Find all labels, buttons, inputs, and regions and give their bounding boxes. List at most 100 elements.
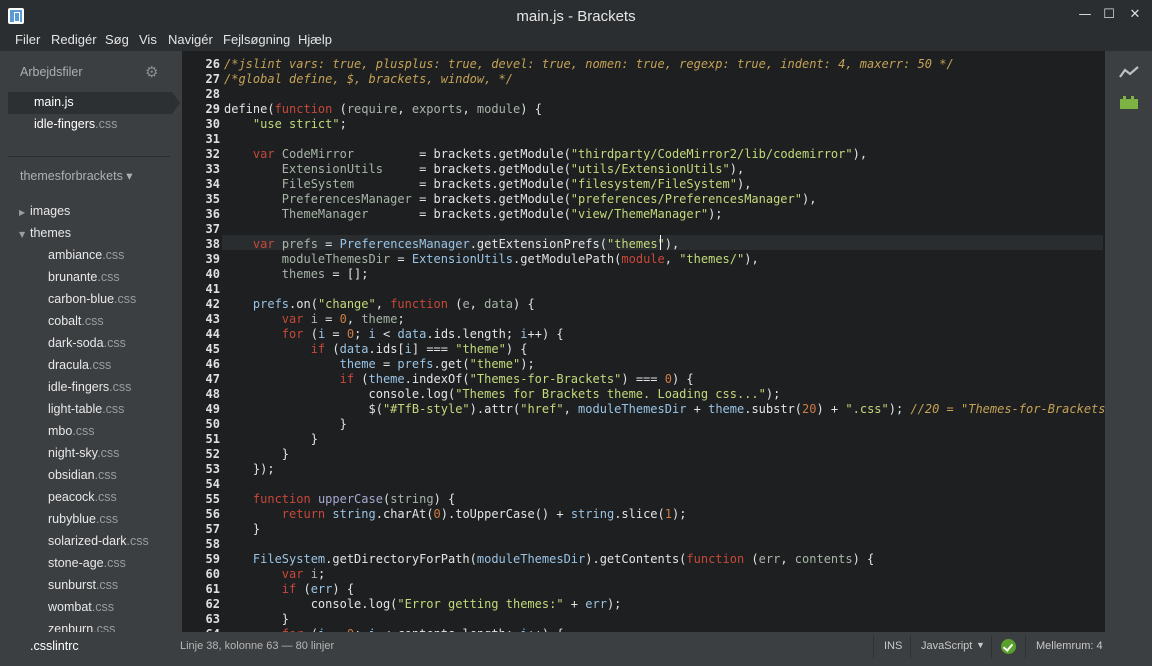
insert-mode-toggle[interactable]: INS: [884, 640, 902, 652]
menu-file[interactable]: Filer: [15, 32, 40, 47]
code-line[interactable]: $("#TfB-style").attr("href", moduleTheme…: [224, 402, 1105, 417]
code-line[interactable]: var i;: [224, 567, 325, 582]
code-line[interactable]: ExtensionUtils = brackets.getModule("uti…: [224, 162, 744, 177]
menu-help[interactable]: Hjælp: [298, 32, 332, 47]
code-line[interactable]: ThemeManager = brackets.getModule("view/…: [224, 207, 723, 222]
tree-file-brunante[interactable]: brunante.css: [48, 270, 120, 284]
working-file-main-js[interactable]: main.js: [34, 95, 74, 109]
chevron-down-icon[interactable]: ▼: [976, 640, 985, 650]
tree-file-night-sky[interactable]: night-sky.css: [48, 446, 119, 460]
code-line[interactable]: var i = 0, theme;: [224, 312, 405, 327]
code-line[interactable]: console.log("Themes for Brackets theme. …: [224, 387, 780, 402]
code-token: .on(: [289, 297, 318, 311]
code-token: console.log(: [224, 387, 456, 401]
tree-file-sunburst[interactable]: sunburst.css: [48, 578, 118, 592]
extension-manager-icon[interactable]: [1119, 95, 1139, 109]
tree-file-peacock[interactable]: peacock.css: [48, 490, 117, 504]
code-token: =: [317, 237, 340, 251]
code-token: data: [397, 327, 427, 341]
code-line[interactable]: define(function (require, exports, modul…: [224, 102, 542, 117]
tree-file-dracula[interactable]: dracula.css: [48, 358, 111, 372]
tree-file-csslintrc[interactable]: .csslintrc: [30, 639, 79, 653]
code-line[interactable]: }: [224, 522, 260, 537]
code-line[interactable]: }: [224, 417, 347, 432]
tree-file-dark-soda[interactable]: dark-soda.css: [48, 336, 126, 350]
code-line[interactable]: var CodeMirror = brackets.getModule("thi…: [224, 147, 867, 162]
code-token: var: [252, 147, 275, 161]
code-token: ) ===: [621, 372, 665, 386]
gear-icon[interactable]: ⚙: [145, 63, 158, 81]
line-number: 27: [205, 72, 220, 86]
code-line[interactable]: if (err) {: [224, 582, 354, 597]
menu-debug[interactable]: Fejlsøgning: [223, 32, 290, 47]
code-line[interactable]: for (i = 0; i < data.ids.length; i++) {: [224, 327, 564, 342]
tree-file-cobalt[interactable]: cobalt.css: [48, 314, 104, 328]
code-line[interactable]: console.log("Error getting themes:" + er…: [224, 597, 622, 612]
code-token: prefs: [397, 357, 434, 371]
tree-file-mbo[interactable]: mbo.css: [48, 424, 95, 438]
code-line[interactable]: var prefs = PreferencesManager.getExtens…: [224, 237, 679, 252]
code-line[interactable]: /*global define, $, brackets, window, */: [224, 72, 513, 87]
tree-file-stone-age[interactable]: stone-age.css: [48, 556, 126, 570]
live-preview-icon[interactable]: [1119, 65, 1139, 79]
code-token: FileSystem: [281, 177, 420, 191]
code-line[interactable]: /*jslint vars: true, plusplus: true, dev…: [224, 57, 954, 72]
code-line[interactable]: function upperCase(string) {: [224, 492, 455, 507]
code-line[interactable]: "use strict";: [224, 117, 347, 132]
tree-file-zenburn[interactable]: zenburn.css: [48, 622, 115, 632]
menu-find[interactable]: Søg: [105, 32, 129, 47]
tree-item-label: solarized-dark: [48, 534, 127, 548]
language-selector[interactable]: JavaScript: [921, 640, 972, 652]
tree-file-solarized-dark[interactable]: solarized-dark.css: [48, 534, 149, 548]
tree-file-carbon-blue[interactable]: carbon-blue.css: [48, 292, 136, 306]
project-dropdown[interactable]: themesforbrackets ▾: [20, 168, 133, 183]
tree-file-wombat[interactable]: wombat.css: [48, 600, 114, 614]
tree-file-rubyblue[interactable]: rubyblue.css: [48, 512, 118, 526]
tree-folder-images[interactable]: images: [30, 204, 70, 218]
code-token: );: [708, 207, 723, 221]
line-number: 30: [205, 117, 220, 131]
tree-file-light-table[interactable]: light-table.css: [48, 402, 124, 416]
code-line[interactable]: }: [224, 432, 318, 447]
code-token: = brackets.getModule(: [419, 207, 571, 221]
code-token: /*jslint vars: true, plusplus: true, dev…: [224, 57, 954, 71]
code-editor[interactable]: 26 27 28 29 30 31 32 33 34 35 36 37 38 39 40 41 42 43 44 45…: [182, 51, 1105, 632]
code-line[interactable]: PreferencesManager = brackets.getModule(…: [224, 192, 817, 207]
tree-file-idle-fingers[interactable]: idle-fingers.css: [48, 380, 131, 394]
code-token: /*global define, $, brackets, window, */: [224, 72, 513, 86]
collapsed-arrow-icon[interactable]: ▶: [19, 208, 25, 217]
lint-ok-icon[interactable]: [1001, 639, 1016, 654]
code-line[interactable]: });: [224, 462, 275, 477]
code-line[interactable]: FileSystem.getDirectoryForPath(moduleThe…: [224, 552, 874, 567]
code-line[interactable]: FileSystem = brackets.getModule("filesys…: [224, 177, 752, 192]
code-line[interactable]: moduleThemesDir = ExtensionUtils.getModu…: [224, 252, 759, 267]
code-token: ,: [462, 102, 477, 116]
code-line[interactable]: theme = prefs.get("theme");: [224, 357, 535, 372]
indent-setting[interactable]: Mellemrum: 4: [1036, 640, 1103, 652]
cursor-position[interactable]: Linje 38, kolonne 63 — 80 linjer: [180, 640, 334, 652]
tree-file-ambiance[interactable]: ambiance.css: [48, 248, 124, 262]
code-token: for: [281, 327, 304, 341]
tree-folder-themes[interactable]: themes: [30, 226, 71, 240]
tree-file-obsidian[interactable]: obsidian.css: [48, 468, 117, 482]
code-line[interactable]: return string.charAt(0).toUpperCase() + …: [224, 507, 687, 522]
sidebar-footer: [0, 632, 168, 666]
expanded-arrow-icon[interactable]: ▼: [19, 230, 25, 239]
working-file-name: main: [34, 95, 62, 109]
menu-navigate[interactable]: Navigér: [168, 32, 213, 47]
code-line[interactable]: if (data.ids[i] === "theme") {: [224, 342, 528, 357]
code-line[interactable]: }: [224, 612, 289, 627]
minimize-button[interactable]: —: [1073, 4, 1097, 26]
code-line[interactable]: prefs.on("change", function (e, data) {: [224, 297, 535, 312]
close-button[interactable]: ✕: [1123, 4, 1147, 26]
maximize-button[interactable]: ☐: [1097, 4, 1121, 26]
code-line[interactable]: themes = [];: [224, 267, 369, 282]
menu-edit[interactable]: Redigér: [51, 32, 97, 47]
code-line[interactable]: }: [224, 447, 289, 462]
menu-view[interactable]: Vis: [139, 32, 157, 47]
working-file-idle-fingers[interactable]: idle-fingers.css: [34, 117, 117, 131]
code-line[interactable]: if (theme.indexOf("Themes-for-Brackets")…: [224, 372, 694, 387]
code-token: ExtensionUtils: [281, 162, 420, 176]
